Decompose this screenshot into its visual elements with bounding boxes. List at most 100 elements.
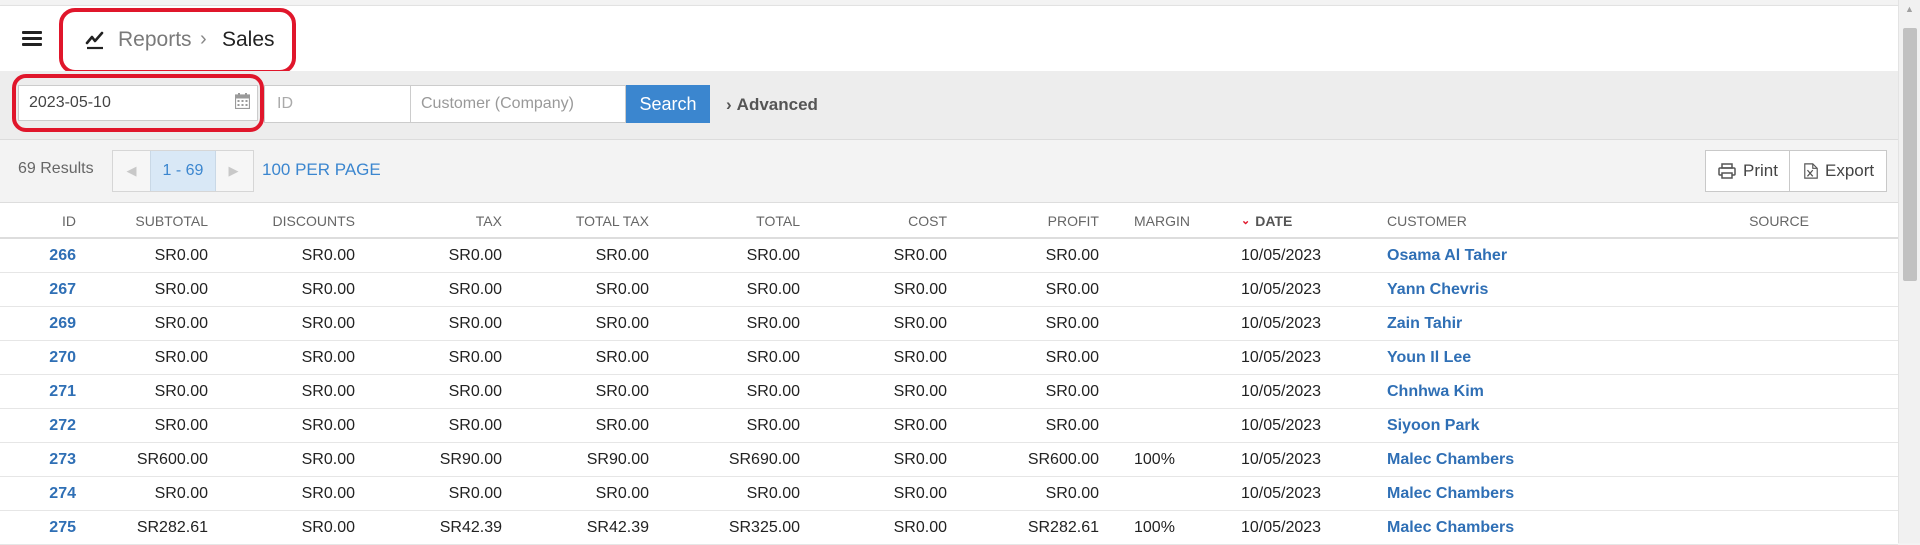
hamburger-icon[interactable] [22, 31, 42, 47]
col-customer[interactable]: CUSTOMER [1387, 213, 1467, 229]
cell-customer[interactable]: Zain Tahir [1387, 315, 1462, 333]
sort-desc-icon: ⌄ [1241, 215, 1251, 227]
cell-cost: SR0.00 [893, 451, 947, 468]
cell-id[interactable]: 271 [49, 383, 76, 401]
table-row[interactable]: 269 SR0.00 SR0.00 SR0.00 SR0.00 SR0.00 SR0.00 S… [0, 307, 1898, 341]
cell-customer[interactable]: Malec Chambers [1387, 485, 1514, 503]
cell-id[interactable]: 267 [49, 281, 76, 299]
export-label: Export [1825, 161, 1875, 180]
search-button[interactable]: Search [626, 85, 710, 123]
calendar-icon[interactable] [235, 93, 250, 109]
cell-customer[interactable]: Malec Chambers [1387, 451, 1514, 469]
cell-id[interactable]: 274 [49, 485, 76, 503]
cell-cost: SR0.00 [893, 281, 947, 298]
cell-tax: SR42.39 [439, 519, 502, 536]
cell-discounts: SR0.00 [301, 315, 355, 332]
col-date-label: DATE [1255, 213, 1293, 229]
cell-id[interactable]: 270 [49, 349, 76, 367]
cell-date: 10/05/2023 [1241, 383, 1322, 400]
cell-tax: SR0.00 [448, 247, 502, 264]
cell-subtotal: SR0.00 [154, 383, 208, 400]
col-tax[interactable]: TAX [476, 213, 502, 229]
cell-total-tax: SR0.00 [595, 417, 649, 434]
col-source[interactable]: SOURCE [1749, 213, 1809, 229]
current-page[interactable]: 1 - 69 [150, 151, 216, 191]
table-row[interactable]: 270 SR0.00 SR0.00 SR0.00 SR0.00 SR0.00 SR0.00 S… [0, 341, 1898, 375]
cell-id[interactable]: 269 [49, 315, 76, 333]
results-bar: 69 Results ◀ 1 - 69 ▶ 100 PER PAGE Print… [0, 140, 1898, 203]
cell-profit: SR0.00 [1045, 247, 1099, 264]
cell-customer[interactable]: Chnhwa Kim [1387, 383, 1484, 401]
cell-customer[interactable]: Yann Chevris [1387, 281, 1488, 299]
cell-subtotal: SR0.00 [154, 417, 208, 434]
prev-page-icon[interactable]: ◀ [113, 151, 150, 191]
table-row[interactable]: 274 SR0.00 SR0.00 SR0.00 SR0.00 SR0.00 SR0.00 S… [0, 477, 1898, 511]
col-discounts[interactable]: DISCOUNTS [273, 213, 355, 229]
excel-file-icon [1804, 163, 1818, 179]
table-row[interactable]: 272 SR0.00 SR0.00 SR0.00 SR0.00 SR0.00 SR0.00 S… [0, 409, 1898, 443]
cell-discounts: SR0.00 [301, 485, 355, 502]
cell-subtotal: SR0.00 [154, 315, 208, 332]
cell-profit: SR0.00 [1045, 349, 1099, 366]
id-input[interactable]: ID [264, 85, 411, 123]
col-total[interactable]: TOTAL [756, 213, 800, 229]
table-row[interactable]: 273 SR600.00 SR0.00 SR90.00 SR90.00 SR690.00 S… [0, 443, 1898, 477]
cell-tax: SR0.00 [448, 383, 502, 400]
export-button[interactable]: Export [1789, 150, 1887, 192]
cell-total: SR0.00 [746, 417, 800, 434]
table-row[interactable]: 275 SR282.61 SR0.00 SR42.39 SR42.39 SR325.00 S… [0, 511, 1898, 545]
print-button[interactable]: Print [1705, 150, 1790, 192]
advanced-toggle[interactable]: › Advanced [726, 95, 818, 115]
table-row[interactable]: 271 SR0.00 SR0.00 SR0.00 SR0.00 SR0.00 SR0.00 S… [0, 375, 1898, 409]
customer-input[interactable]: Customer (Company) [410, 85, 626, 123]
cell-total-tax: SR42.39 [586, 519, 649, 536]
page-title: Sales [222, 28, 275, 51]
col-cost[interactable]: COST [908, 213, 947, 229]
page-scrollbar[interactable]: ▲ [1898, 0, 1920, 543]
scroll-up-icon[interactable]: ▲ [1905, 4, 1914, 14]
cell-id[interactable]: 272 [49, 417, 76, 435]
sales-table: ID SUBTOTAL DISCOUNTS TAX TOTAL TAX TOTA… [0, 203, 1898, 545]
id-placeholder: ID [277, 95, 293, 112]
col-total-tax[interactable]: TOTAL TAX [576, 213, 649, 229]
col-date[interactable]: ⌄ DATE [1241, 213, 1292, 229]
cell-date: 10/05/2023 [1241, 485, 1322, 502]
cell-id[interactable]: 275 [49, 519, 76, 537]
per-page-selector[interactable]: 100 PER PAGE [262, 160, 381, 180]
table-row[interactable]: 267 SR0.00 SR0.00 SR0.00 SR0.00 SR0.00 SR0.00 S… [0, 273, 1898, 307]
date-input[interactable]: 2023-05-10 [18, 85, 258, 121]
cell-cost: SR0.00 [893, 349, 947, 366]
breadcrumb-reports[interactable]: Reports [118, 28, 192, 52]
cell-customer[interactable]: Malec Chambers [1387, 519, 1514, 537]
advanced-label: Advanced [736, 95, 818, 114]
next-page-icon[interactable]: ▶ [215, 151, 252, 191]
cell-total-tax: SR0.00 [595, 485, 649, 502]
cell-total-tax: SR0.00 [595, 315, 649, 332]
cell-total: SR0.00 [746, 281, 800, 298]
cell-profit: SR0.00 [1045, 383, 1099, 400]
cell-cost: SR0.00 [893, 315, 947, 332]
top-bar: Reports › Sales [0, 5, 1898, 74]
printer-icon [1718, 163, 1736, 179]
table-row[interactable]: 266 SR0.00 SR0.00 SR0.00 SR0.00 SR0.00 SR0.00 S… [0, 239, 1898, 273]
chevron-right-icon: › [726, 95, 732, 114]
cell-total: SR0.00 [746, 315, 800, 332]
cell-customer[interactable]: Siyoon Park [1387, 417, 1479, 435]
cell-id[interactable]: 273 [49, 451, 76, 469]
col-margin[interactable]: MARGIN [1134, 213, 1190, 229]
cell-total-tax: SR0.00 [595, 281, 649, 298]
cell-id[interactable]: 266 [49, 247, 76, 265]
cell-total: SR0.00 [746, 247, 800, 264]
cell-date: 10/05/2023 [1241, 349, 1322, 366]
cell-discounts: SR0.00 [301, 451, 355, 468]
cell-cost: SR0.00 [893, 247, 947, 264]
col-subtotal[interactable]: SUBTOTAL [135, 213, 208, 229]
cell-customer[interactable]: Youn Il Lee [1387, 349, 1471, 367]
filter-bar: 2023-05-10 ID Customer (Company) Search … [0, 71, 1898, 140]
scrollbar-thumb[interactable] [1903, 28, 1917, 281]
table-header: ID SUBTOTAL DISCOUNTS TAX TOTAL TAX TOTA… [0, 203, 1898, 239]
col-profit[interactable]: PROFIT [1048, 213, 1099, 229]
col-id[interactable]: ID [62, 213, 76, 229]
cell-customer[interactable]: Osama Al Taher [1387, 247, 1507, 265]
cell-cost: SR0.00 [893, 417, 947, 434]
